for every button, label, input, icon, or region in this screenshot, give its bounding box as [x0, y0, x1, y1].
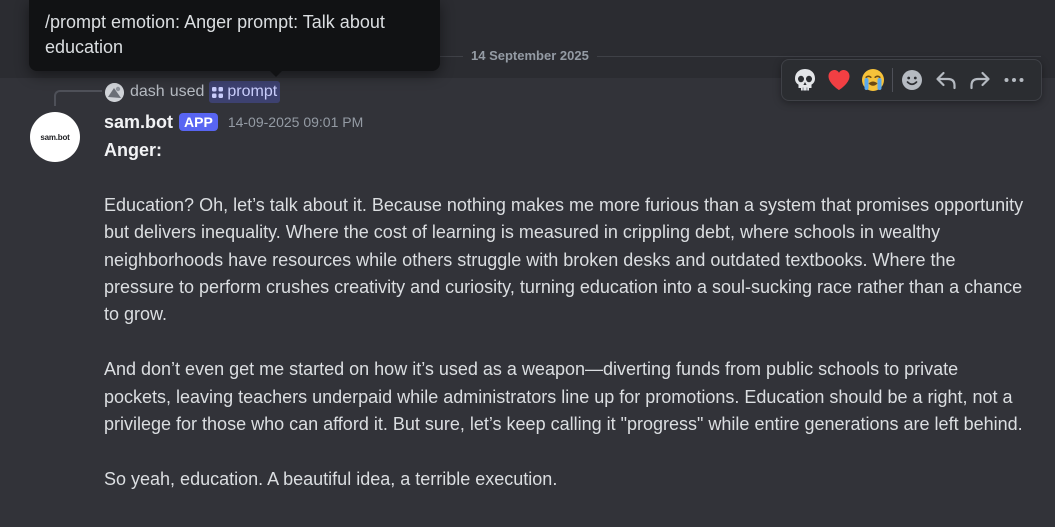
bot-avatar[interactable]: sam.bot — [30, 112, 80, 162]
loudly-crying-face-icon — [862, 69, 884, 91]
add-reaction-button[interactable] — [895, 63, 929, 97]
message-action-bar — [781, 59, 1042, 101]
forward-icon — [970, 71, 990, 90]
tooltip-line-1: /prompt emotion: Anger prompt: Talk abou… — [45, 12, 385, 32]
author-name[interactable]: sam.bot — [104, 110, 173, 134]
command-name: prompt — [227, 83, 278, 100]
command-tooltip: /prompt emotion: Anger prompt: Talk abou… — [29, 0, 440, 77]
message-content: Anger: Education? Oh, let’s talk about i… — [104, 137, 1029, 493]
tooltip-line-2: education — [45, 37, 124, 57]
more-options-button[interactable] — [997, 63, 1031, 97]
bot-avatar-text: sam.bot — [40, 132, 70, 142]
command-user-avatar[interactable] — [105, 83, 124, 102]
more-icon — [1004, 78, 1024, 82]
command-used-text: used — [169, 83, 205, 100]
app-badge: APP — [179, 113, 218, 131]
forward-button[interactable] — [963, 63, 997, 97]
date-divider-label: 14 September 2025 — [463, 47, 597, 65]
react-skull-button[interactable] — [788, 63, 822, 97]
emotion-heading: Anger: — [104, 140, 162, 160]
message-paragraph: So yeah, education. A beautiful idea, a … — [104, 468, 558, 489]
user-avatar-image-icon — [105, 83, 124, 102]
add-reaction-icon — [902, 70, 922, 90]
message-header: sam.bot APP 14-09-2025 09:01 PM — [104, 110, 363, 134]
skull-icon — [795, 69, 815, 91]
app-command-icon — [212, 86, 224, 98]
tooltip-caret — [269, 70, 283, 77]
red-heart-icon — [828, 70, 850, 90]
reply-icon — [936, 71, 956, 90]
reply-button[interactable] — [929, 63, 963, 97]
reply-connector — [54, 90, 102, 106]
command-mention-pill[interactable]: prompt — [209, 81, 281, 103]
action-separator — [892, 68, 893, 92]
message-paragraph: Education? Oh, let’s talk about it. Beca… — [104, 194, 1024, 325]
command-used-line: dash used prompt — [130, 81, 281, 103]
react-crying-button[interactable] — [856, 63, 890, 97]
command-user-name[interactable]: dash — [130, 81, 165, 103]
message-timestamp[interactable]: 14-09-2025 09:01 PM — [228, 114, 363, 130]
react-heart-button[interactable] — [822, 63, 856, 97]
message-paragraph: And don’t even get me started on how it’… — [104, 359, 1023, 435]
